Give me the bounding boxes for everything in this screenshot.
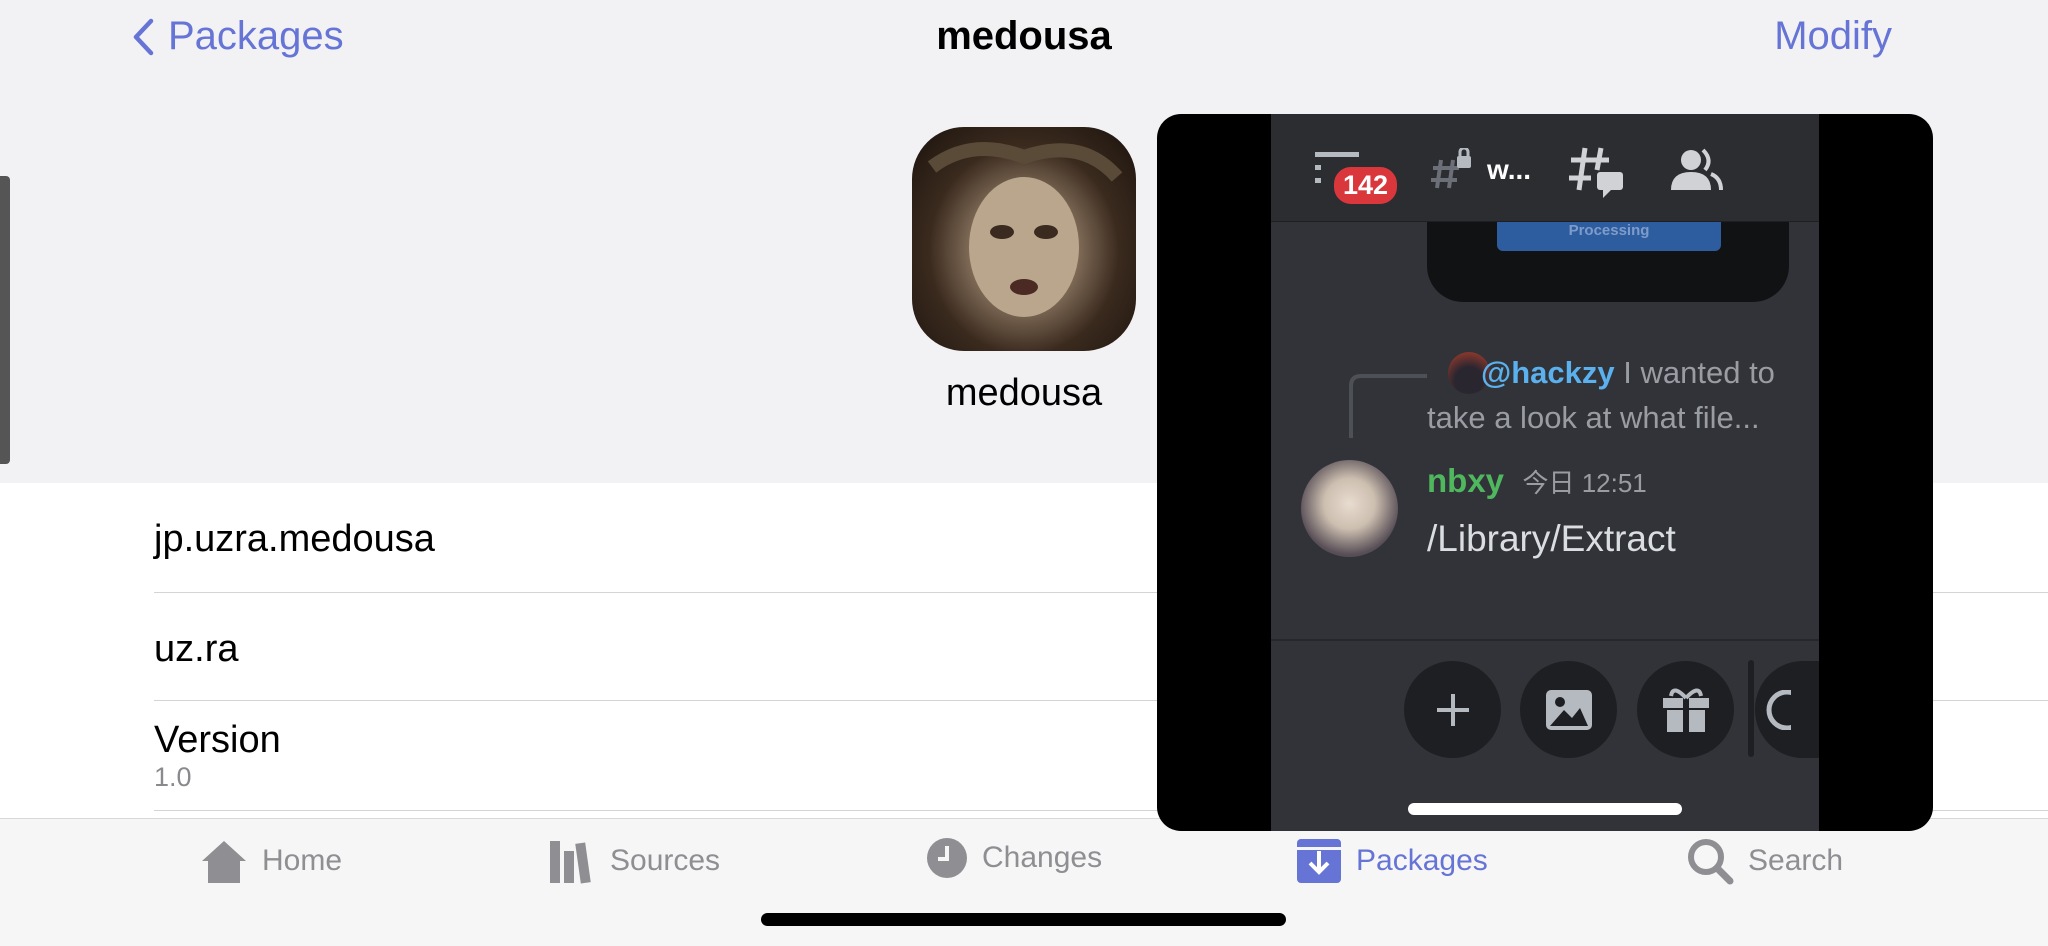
magnifier-icon (1688, 839, 1734, 885)
tab-sources[interactable]: Sources (548, 837, 720, 885)
tab-label: Packages (1356, 844, 1488, 877)
reply-preview[interactable]: @hackzy I wanted to (1481, 355, 1775, 391)
message-header: nbxy 今日 12:51 (1427, 462, 1647, 500)
tab-packages[interactable]: Packages (1296, 837, 1488, 885)
emoji-button[interactable] (1755, 661, 1819, 758)
image-icon (1545, 689, 1592, 730)
reply-connector (1349, 374, 1427, 438)
tab-bar: Home Sources Changes Packages Search (0, 818, 2048, 946)
locked-channel-icon (1431, 148, 1471, 189)
scrollbar[interactable] (1748, 660, 1754, 757)
channel-name[interactable]: w... (1487, 154, 1531, 186)
processing-button[interactable]: Processing (1497, 222, 1721, 251)
version-row: Version 1.0 (154, 719, 281, 793)
message-text: /Library/Extract (1427, 518, 1676, 559)
discord-view: 142 w... Processing @hackzy I wanted to … (1271, 114, 1819, 831)
add-button[interactable] (1404, 661, 1501, 758)
package-icon-image (912, 127, 1136, 351)
threads-icon[interactable] (1569, 146, 1625, 198)
author-avatar[interactable] (1301, 460, 1398, 557)
side-handle[interactable] (0, 176, 10, 464)
version-value: 1.0 (154, 762, 192, 792)
emoji-icon (1766, 689, 1791, 730)
house-icon (202, 841, 246, 883)
image-button[interactable] (1520, 661, 1617, 758)
message-author[interactable]: nbxy (1427, 462, 1504, 499)
books-icon (550, 841, 591, 884)
plus-icon (1436, 693, 1469, 726)
reply-mention[interactable]: @hackzy (1481, 355, 1615, 390)
page-title: medousa (936, 14, 1112, 58)
unread-badge: 142 (1331, 164, 1401, 207)
gift-button[interactable] (1637, 661, 1734, 758)
message-timestamp: 今日 12:51 (1522, 468, 1647, 498)
author-row[interactable]: uz.ra (154, 628, 238, 671)
reply-text-2: take a look at what file... (1427, 400, 1760, 435)
tab-label: Changes (982, 841, 1103, 874)
pip-home-indicator (1408, 803, 1682, 815)
modify-button[interactable]: Modify (1774, 14, 1892, 59)
members-icon[interactable] (1671, 148, 1723, 192)
tab-label: Search (1748, 844, 1844, 877)
tab-label: Sources (610, 844, 721, 877)
embed-card: Processing (1427, 222, 1789, 302)
gift-icon (1662, 688, 1709, 732)
identifier-row[interactable]: jp.uzra.medousa (154, 518, 435, 561)
package-icon (1297, 839, 1341, 883)
home-indicator (761, 913, 1286, 926)
version-label: Version (154, 719, 281, 761)
divider (1271, 639, 1819, 641)
reply-text-1: I wanted to (1623, 355, 1775, 390)
tab-changes[interactable]: Changes (926, 837, 1102, 879)
picture-in-picture-window[interactable]: 142 w... Processing @hackzy I wanted to … (1157, 114, 1933, 831)
tab-label: Home (262, 844, 343, 877)
tab-search[interactable]: Search (1686, 837, 1843, 885)
channel-header: 142 w... (1271, 114, 1819, 222)
clock-icon (927, 838, 967, 878)
tab-home[interactable]: Home (200, 837, 342, 885)
